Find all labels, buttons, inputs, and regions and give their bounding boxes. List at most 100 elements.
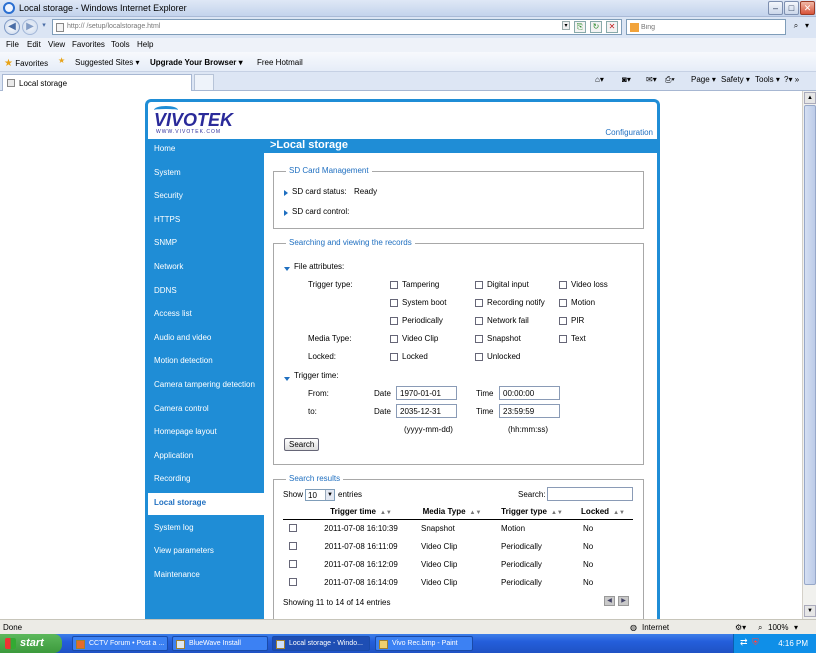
- print-icon[interactable]: ⎙▾: [665, 75, 675, 85]
- sidebar-item-home[interactable]: Home: [148, 139, 264, 161]
- row-select-checkbox[interactable]: [289, 524, 297, 533]
- vertical-scrollbar[interactable]: ▲ ▼: [802, 91, 816, 619]
- address-bar[interactable]: http:// /setup/localstorage.html: [52, 19, 622, 35]
- minimize-button[interactable]: –: [768, 1, 783, 15]
- zoom-level[interactable]: 100%: [768, 623, 788, 632]
- sidebar-item-local-storage[interactable]: Local storage: [148, 493, 264, 515]
- sidebar-item-system[interactable]: System: [148, 163, 264, 185]
- tools-menu[interactable]: Tools ▾: [755, 75, 780, 84]
- home-icon[interactable]: ⌂▾: [595, 75, 604, 84]
- cell-trigger-time[interactable]: 2011-07-08 16:12:09: [309, 555, 413, 573]
- trigger-time-toggle[interactable]: [284, 374, 290, 383]
- search-box[interactable]: [626, 19, 786, 35]
- sidebar-item-homepage-layout[interactable]: Homepage layout: [148, 422, 264, 444]
- sidebar-item-motion-detection[interactable]: Motion detection: [148, 351, 264, 373]
- results-search-input[interactable]: [547, 487, 633, 501]
- start-button[interactable]: start: [0, 634, 62, 653]
- unlocked-checkbox[interactable]: [475, 353, 483, 361]
- add-favorite-icon[interactable]: ★: [58, 56, 65, 65]
- sidebar-item-recording[interactable]: Recording: [148, 469, 264, 491]
- page-menu[interactable]: Page ▾: [691, 75, 716, 84]
- sd-status-toggle[interactable]: [284, 189, 288, 198]
- menu-view[interactable]: View: [48, 40, 65, 49]
- menu-edit[interactable]: Edit: [27, 40, 41, 49]
- sidebar-item-application[interactable]: Application: [148, 446, 264, 468]
- taskbar-button-bluewave[interactable]: BlueWave Install: [172, 636, 268, 651]
- help-icon[interactable]: ?▾ »: [784, 75, 799, 84]
- snapshot-checkbox[interactable]: [475, 335, 483, 343]
- system-boot-checkbox[interactable]: [390, 299, 398, 307]
- free-hotmail-link[interactable]: Free Hotmail: [257, 58, 303, 67]
- scroll-down-icon[interactable]: ▼: [804, 605, 816, 617]
- cell-trigger-time[interactable]: 2011-07-08 16:10:39: [309, 519, 413, 537]
- upgrade-browser-link[interactable]: Upgrade Your Browser ▾: [150, 58, 243, 67]
- row-select-checkbox[interactable]: [289, 542, 297, 550]
- zoom-dropdown-icon[interactable]: ▾: [794, 623, 798, 632]
- stop-icon[interactable]: ✕: [606, 21, 618, 33]
- search-input[interactable]: [641, 21, 781, 33]
- safety-menu[interactable]: Safety ▾: [721, 75, 750, 84]
- column-trigger-time[interactable]: Trigger time ▲▼: [309, 505, 413, 520]
- history-dropdown-icon[interactable]: ▾: [39, 19, 49, 35]
- from-time-input[interactable]: [499, 386, 560, 400]
- cell-trigger-time[interactable]: 2011-07-08 16:14:09: [309, 573, 413, 591]
- cell-trigger-time[interactable]: 2011-07-08 16:11:09: [309, 537, 413, 555]
- mail-icon[interactable]: ✉▾: [646, 75, 657, 84]
- forward-button[interactable]: ▶: [22, 19, 38, 35]
- sidebar-item-maintenance[interactable]: Maintenance: [148, 565, 264, 587]
- column-trigger-type[interactable]: Trigger type ▲▼: [491, 505, 573, 520]
- sidebar-item-security[interactable]: Security: [148, 186, 264, 208]
- feeds-icon[interactable]: ◙▾: [622, 75, 631, 84]
- file-attributes-toggle[interactable]: [284, 264, 290, 273]
- search-options-icon[interactable]: ▾: [803, 21, 811, 33]
- scroll-up-icon[interactable]: ▲: [804, 92, 816, 104]
- address-dropdown-icon[interactable]: ▾: [562, 21, 570, 30]
- tab-local-storage[interactable]: Local storage: [2, 74, 192, 91]
- menu-favorites[interactable]: Favorites: [72, 40, 105, 49]
- sd-control-label[interactable]: SD card control:: [292, 207, 349, 216]
- next-page-button[interactable]: ▶: [618, 596, 629, 606]
- sidebar-item-system-log[interactable]: System log: [148, 518, 264, 540]
- sidebar-item-https[interactable]: HTTPS: [148, 210, 264, 232]
- recording-notify-checkbox[interactable]: [475, 299, 483, 307]
- taskbar-button-cctv-forum[interactable]: CCTV Forum • Post a ...: [72, 636, 168, 651]
- refresh-icon[interactable]: ↻: [590, 21, 602, 33]
- digital-input-checkbox[interactable]: [475, 281, 483, 289]
- sidebar-item-access-list[interactable]: Access list: [148, 304, 264, 326]
- new-tab-button[interactable]: [194, 74, 214, 90]
- favorites-button[interactable]: ★ Favorites: [4, 58, 48, 69]
- back-button[interactable]: ◀: [4, 19, 20, 35]
- search-button[interactable]: Search: [284, 438, 320, 451]
- previous-page-button[interactable]: ◀: [604, 596, 615, 606]
- row-select-checkbox[interactable]: [289, 560, 297, 568]
- suggested-sites-link[interactable]: Suggested Sites ▾: [75, 58, 140, 67]
- network-tray-icon[interactable]: ⇄: [740, 637, 748, 648]
- sidebar-item-snmp[interactable]: SNMP: [148, 233, 264, 255]
- row-select-checkbox[interactable]: [289, 578, 297, 586]
- menu-file[interactable]: File: [6, 40, 19, 49]
- menu-tools[interactable]: Tools: [111, 40, 130, 49]
- sd-control-toggle[interactable]: [284, 209, 288, 218]
- locked-checkbox[interactable]: [390, 353, 398, 361]
- pir-checkbox[interactable]: [559, 317, 567, 325]
- text-checkbox[interactable]: [559, 335, 567, 343]
- periodically-checkbox[interactable]: [390, 317, 398, 325]
- page-size-select[interactable]: 10 ▼: [305, 489, 335, 501]
- menu-help[interactable]: Help: [137, 40, 153, 49]
- motion-checkbox[interactable]: [559, 299, 567, 307]
- search-go-icon[interactable]: ⌕: [790, 21, 802, 33]
- sidebar-item-camera-control[interactable]: Camera control: [148, 399, 264, 421]
- sidebar-item-ddns[interactable]: DDNS: [148, 281, 264, 303]
- to-time-input[interactable]: [499, 404, 560, 418]
- taskbar-button-paint[interactable]: Vivo Rec.bmp - Paint: [375, 636, 473, 651]
- sidebar-item-audio-video[interactable]: Audio and video: [148, 328, 264, 350]
- sidebar-item-camera-tampering[interactable]: Camera tampering detection: [148, 375, 264, 397]
- close-button[interactable]: ✕: [800, 1, 815, 15]
- video-clip-checkbox[interactable]: [390, 335, 398, 343]
- taskbar-clock[interactable]: 4:16 PM: [778, 639, 808, 648]
- tampering-checkbox[interactable]: [390, 281, 398, 289]
- video-loss-checkbox[interactable]: [559, 281, 567, 289]
- sidebar-item-view-parameters[interactable]: View parameters: [148, 541, 264, 563]
- column-locked[interactable]: Locked ▲▼: [573, 505, 633, 520]
- compatibility-view-icon[interactable]: ⎘: [574, 21, 586, 33]
